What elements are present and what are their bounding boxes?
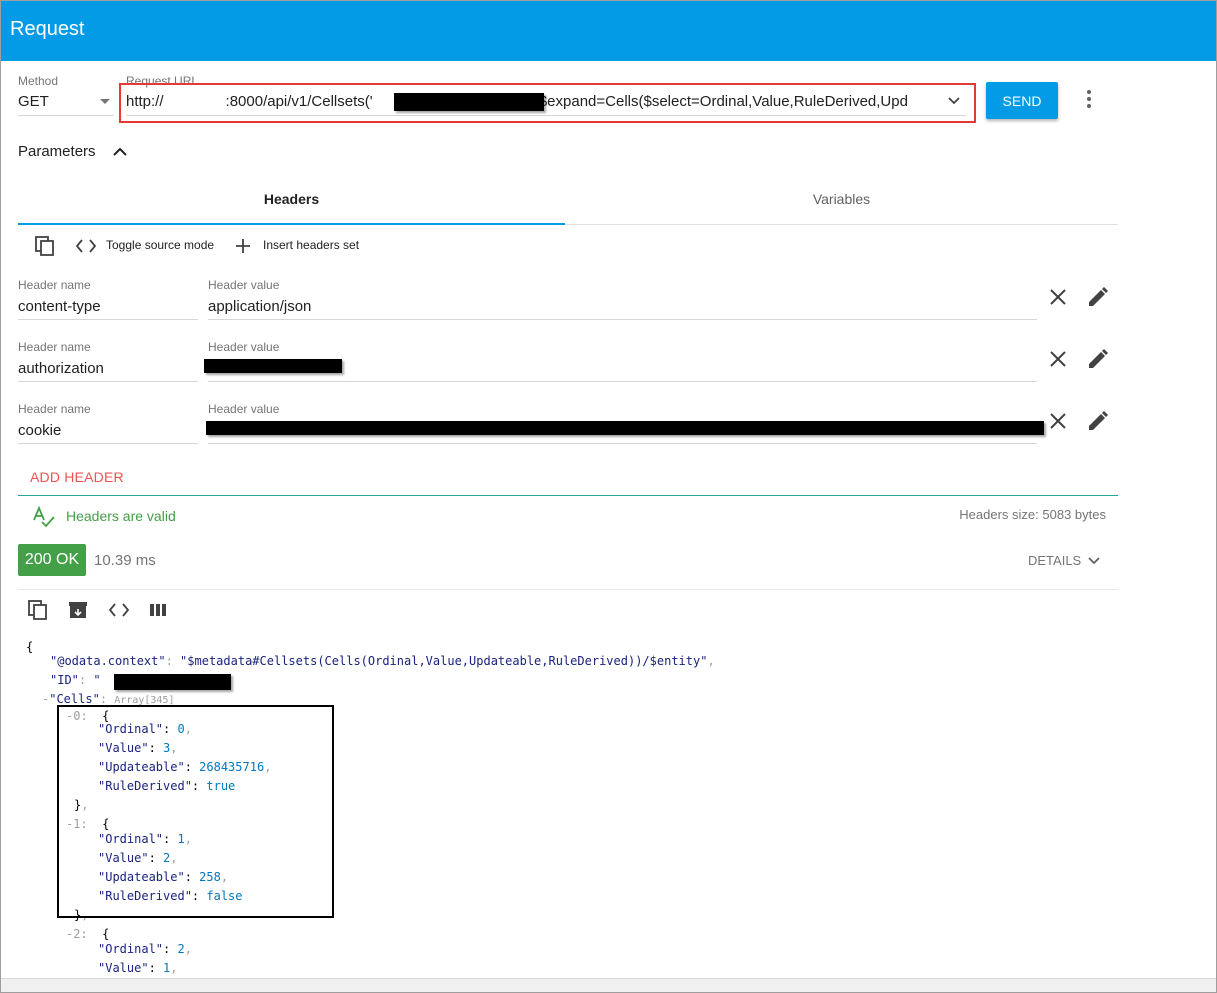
add-header-button[interactable]: ADD HEADER bbox=[30, 469, 124, 485]
pencil-icon[interactable] bbox=[1086, 409, 1110, 433]
close-icon[interactable] bbox=[1046, 347, 1070, 371]
header-name-label: Header name bbox=[18, 278, 91, 292]
redacted-cookie-value bbox=[206, 421, 1044, 435]
json-key: "ID" bbox=[50, 673, 79, 687]
tab-headers[interactable]: Headers bbox=[18, 191, 565, 207]
headers-size-text: Headers size: 5083 bytes bbox=[959, 507, 1106, 522]
json-id-line: "ID": " bbox=[50, 673, 101, 687]
json-item-header[interactable]: -2: { bbox=[66, 927, 109, 941]
copy-icon[interactable] bbox=[27, 599, 49, 621]
json-open-brace: { bbox=[26, 640, 34, 654]
json-string-value: "$metadata#Cellsets(Cells(Ordinal,Value,… bbox=[180, 654, 708, 668]
json-number-value: 2 bbox=[177, 942, 185, 956]
status-badge: 200 OK bbox=[18, 544, 86, 576]
header-name-label: Header name bbox=[18, 402, 91, 416]
header-name-label: Header name bbox=[18, 340, 91, 354]
header-value-label: Header value bbox=[208, 402, 280, 416]
headers-valid-text: Headers are valid bbox=[66, 508, 176, 524]
header-value-label: Header value bbox=[208, 340, 280, 354]
pencil-icon[interactable] bbox=[1086, 347, 1110, 371]
header-value-underline bbox=[208, 381, 1037, 382]
json-context-line: "@odata.context": "$metadata#Cellsets(Ce… bbox=[50, 654, 715, 668]
tab-variables[interactable]: Variables bbox=[565, 191, 1118, 207]
header-name-input[interactable]: authorization bbox=[18, 360, 104, 377]
headers-divider bbox=[18, 495, 1118, 496]
method-select[interactable]: GET bbox=[18, 93, 49, 110]
json-field-line: "Ordinal": 2, bbox=[98, 942, 192, 956]
json-id-quote: " bbox=[93, 673, 101, 687]
plus-icon[interactable] bbox=[234, 237, 252, 255]
header-value-underline bbox=[208, 443, 1037, 444]
json-index: 2: bbox=[73, 927, 88, 941]
columns-icon[interactable] bbox=[149, 602, 167, 618]
close-icon[interactable] bbox=[1046, 409, 1070, 433]
header-value-input[interactable]: application/json bbox=[208, 298, 311, 315]
json-highlight-box bbox=[57, 705, 334, 918]
method-underline bbox=[18, 115, 114, 116]
json-key: "Ordinal" bbox=[98, 942, 164, 956]
more-options-icon[interactable] bbox=[1083, 90, 1095, 110]
header-value-label: Header value bbox=[208, 278, 280, 292]
app-bar: Request bbox=[1, 1, 1216, 61]
chevron-down-icon[interactable] bbox=[1087, 555, 1101, 567]
json-key: "Cells" bbox=[49, 692, 100, 706]
redacted-authorization-value bbox=[204, 359, 342, 373]
tab-indicator bbox=[18, 223, 565, 225]
save-archive-icon[interactable] bbox=[68, 601, 88, 619]
redacted-id-value bbox=[114, 674, 231, 690]
copy-icon[interactable] bbox=[34, 235, 56, 257]
code-icon[interactable] bbox=[108, 602, 130, 618]
header-name-underline bbox=[18, 319, 198, 320]
json-cells-line[interactable]: -"Cells": Array[345] bbox=[42, 692, 174, 706]
header-name-underline bbox=[18, 443, 198, 444]
spellcheck-icon bbox=[33, 506, 55, 528]
request-panel: Request Method GET Request URL http://:8… bbox=[0, 0, 1217, 993]
caret-down-icon[interactable] bbox=[100, 99, 110, 104]
pencil-icon[interactable] bbox=[1086, 285, 1110, 309]
json-key: "Value" bbox=[98, 961, 149, 975]
header-value-underline bbox=[208, 319, 1037, 320]
response-divider bbox=[18, 589, 1118, 590]
code-icon[interactable] bbox=[75, 238, 97, 254]
url-highlight-box bbox=[119, 83, 976, 123]
toggle-source-mode-button[interactable]: Toggle source mode bbox=[106, 238, 214, 252]
response-time: 10.39 ms bbox=[94, 552, 156, 569]
header-name-input[interactable]: content-type bbox=[18, 298, 101, 315]
header-name-underline bbox=[18, 381, 198, 382]
close-icon[interactable] bbox=[1046, 285, 1070, 309]
header-name-input[interactable]: cookie bbox=[18, 422, 61, 439]
json-field-line: "Value": 1, bbox=[98, 961, 178, 975]
send-button[interactable]: SEND bbox=[986, 82, 1058, 119]
parameters-label[interactable]: Parameters bbox=[18, 143, 96, 160]
app-title: Request bbox=[10, 18, 85, 40]
details-button[interactable]: DETAILS bbox=[1028, 553, 1081, 568]
json-key: "@odata.context" bbox=[50, 654, 166, 668]
chevron-up-icon[interactable] bbox=[112, 146, 128, 158]
insert-headers-set-button[interactable]: Insert headers set bbox=[263, 238, 359, 252]
horizontal-scrollbar[interactable] bbox=[1, 978, 1216, 992]
method-label: Method bbox=[18, 74, 59, 88]
